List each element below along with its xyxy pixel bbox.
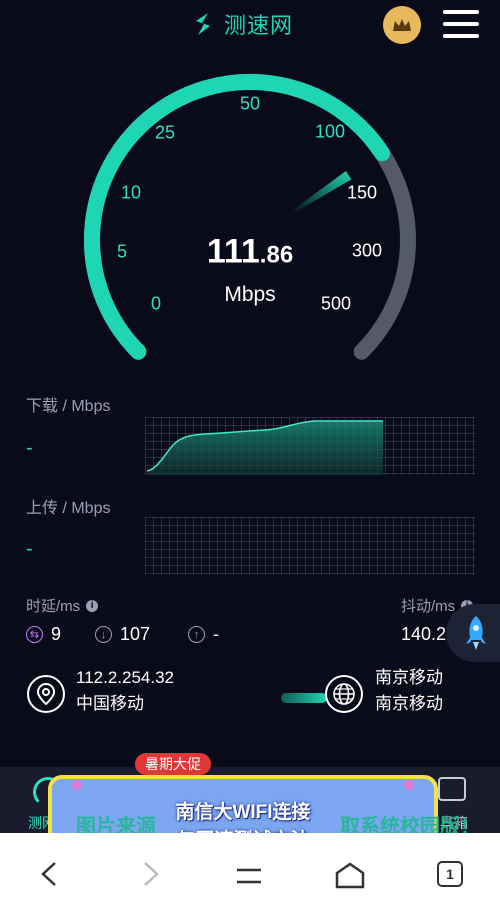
tick-label: 50: [239, 93, 261, 114]
menu-button[interactable]: [443, 10, 479, 38]
ping-icon: ⇆: [26, 626, 43, 643]
download-label: 下载 / Mbps: [26, 398, 111, 415]
download-graph: [145, 417, 475, 475]
back-icon[interactable]: [38, 861, 60, 887]
tabs-button[interactable]: 1: [437, 861, 463, 887]
logo-icon: [196, 13, 210, 35]
server-info[interactable]: 南京移动 南京移动: [375, 665, 443, 717]
tick-label: 100: [314, 121, 346, 142]
upload-value: -: [26, 538, 33, 560]
upload-label: 上传 / Mbps: [26, 500, 111, 517]
system-navbar: 1: [0, 833, 500, 910]
download-area: [147, 421, 383, 475]
location-icon: [27, 675, 65, 713]
menu-icon: [443, 10, 479, 14]
speed-integer: 111: [206, 232, 260, 271]
speed-decimal: .86: [259, 241, 294, 269]
gauge-needle: [292, 171, 352, 213]
ping-stat: ⇆ 9: [26, 624, 61, 645]
menu-lines-icon[interactable]: [234, 865, 264, 887]
tick-label: 10: [120, 182, 142, 203]
server-isp: 南京移动: [375, 694, 443, 713]
tick-label: 5: [116, 241, 128, 262]
jitter-stat: 140.2: [401, 624, 446, 645]
download-latency-value: 107: [120, 624, 151, 644]
arrow-down-icon: ↓: [95, 626, 112, 643]
download-value: -: [26, 437, 33, 459]
tick-label: 0: [150, 293, 162, 314]
forward-icon[interactable]: [140, 861, 162, 887]
jitter-value: 140.2: [401, 624, 447, 644]
vip-button[interactable]: [383, 6, 421, 44]
server-name: 南京移动: [375, 668, 443, 687]
speed-unit: Mbps: [224, 283, 276, 306]
tab-count: 1: [446, 866, 454, 882]
client-info: 112.2.254.32 中国移动: [76, 665, 174, 717]
upload-latency-value: -: [213, 624, 219, 644]
latency-header: 时延/ms i: [26, 595, 99, 616]
upload-latency-stat: ↑ -: [188, 624, 219, 645]
ping-value: 9: [51, 624, 62, 644]
rocket-icon: [466, 616, 486, 650]
speed-value: 111.86: [207, 233, 293, 272]
globe-icon[interactable]: [325, 675, 363, 713]
arrow-up-icon: ↑: [188, 626, 205, 643]
toolbox-icon[interactable]: [438, 777, 466, 801]
app-name: 测速网: [224, 13, 294, 38]
crown-icon: [393, 19, 411, 31]
client-isp: 中国移动: [76, 694, 144, 713]
jitter-label: 抖动/ms: [401, 598, 456, 615]
rocket-button[interactable]: [446, 604, 500, 662]
banner-dot: [404, 780, 414, 790]
tick-label: 500: [320, 293, 352, 314]
tick-label: 150: [346, 182, 378, 203]
client-ip: 112.2.254.32: [76, 668, 174, 687]
info-icon[interactable]: i: [86, 599, 99, 612]
promo-tag: 暑期大促: [135, 753, 211, 775]
latency-label: 时延/ms: [26, 598, 81, 615]
home-icon[interactable]: [334, 861, 366, 889]
gauge-svg: [83, 73, 416, 360]
banner-dot: [72, 780, 82, 790]
download-latency-stat: ↓ 107: [95, 624, 150, 645]
app-logo[interactable]: 测速网: [188, 8, 293, 40]
upload-graph: [145, 517, 475, 575]
speed-gauge: 0 5 10 25 50 100 150 300 500 111.86 Mbps: [0, 40, 500, 370]
tick-label: 25: [154, 122, 176, 143]
tick-label: 300: [351, 240, 383, 261]
connection-indicator: [281, 693, 327, 703]
